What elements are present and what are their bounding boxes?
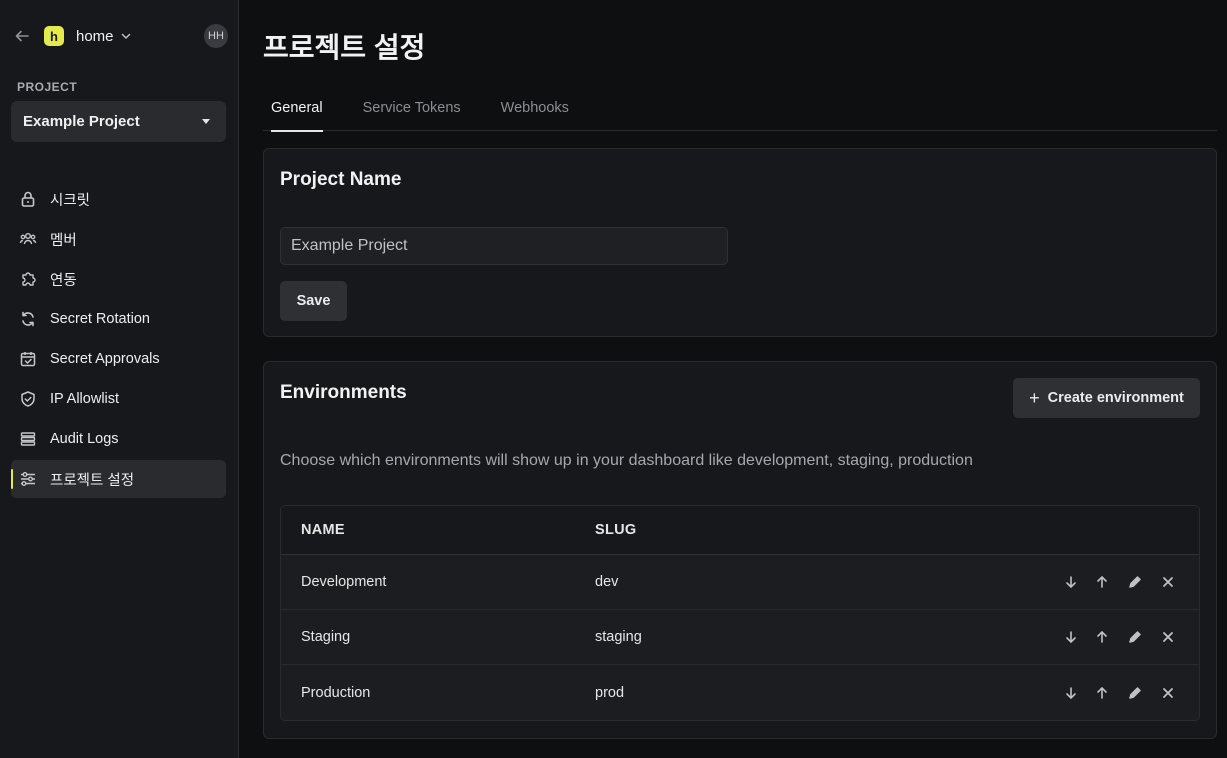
sidebar: h home HH PROJECT Example Project 시크릿 멤버 <box>0 0 239 758</box>
plus-icon: + <box>1029 387 1040 408</box>
rotate-icon <box>18 309 38 329</box>
settings-tabs: General Service Tokens Webhooks <box>263 100 1217 132</box>
column-header-slug: SLUG <box>595 522 637 538</box>
sidebar-nav: 시크릿 멤버 연동 Secret Rotation Secret Approva… <box>11 180 226 500</box>
list-icon <box>18 429 38 449</box>
row-actions <box>1051 626 1179 648</box>
create-environment-button[interactable]: + Create environment <box>1013 378 1200 418</box>
sidebar-item-label: 연동 <box>50 272 77 289</box>
env-name: Development <box>301 574 387 590</box>
sliders-icon <box>18 469 38 489</box>
environments-description: Choose which environments will show up i… <box>280 452 973 469</box>
save-button[interactable]: Save <box>280 281 347 321</box>
env-slug: staging <box>595 629 642 645</box>
table-row: Production prod <box>281 665 1199 720</box>
arrow-down-icon[interactable] <box>1060 571 1082 593</box>
sidebar-item-secret-rotation[interactable]: Secret Rotation <box>11 300 226 338</box>
create-environment-label: Create environment <box>1047 390 1184 406</box>
table-header: NAME SLUG <box>281 506 1199 555</box>
caret-down-icon <box>202 119 210 124</box>
lock-icon <box>18 189 38 209</box>
arrow-down-icon[interactable] <box>1060 682 1082 704</box>
close-icon[interactable] <box>1157 571 1179 593</box>
sidebar-item-audit-logs[interactable]: Audit Logs <box>11 420 226 458</box>
table-row: Development dev <box>281 555 1199 610</box>
sidebar-item-ip-allowlist[interactable]: IP Allowlist <box>11 380 226 418</box>
tab-service-tokens[interactable]: Service Tokens <box>355 100 469 131</box>
row-actions <box>1051 571 1179 593</box>
org-bar: h home HH <box>12 22 228 50</box>
sidebar-item-secrets[interactable]: 시크릿 <box>11 180 226 218</box>
pencil-icon[interactable] <box>1124 682 1146 704</box>
arrow-up-icon[interactable] <box>1091 682 1113 704</box>
project-name-title: Project Name <box>280 169 402 190</box>
project-label: PROJECT <box>17 80 78 94</box>
back-arrow-icon[interactable] <box>12 26 32 46</box>
sidebar-item-secret-approvals[interactable]: Secret Approvals <box>11 340 226 378</box>
close-icon[interactable] <box>1157 626 1179 648</box>
tab-webhooks[interactable]: Webhooks <box>493 100 577 131</box>
environments-title: Environments <box>280 382 407 403</box>
project-name-input[interactable] <box>280 227 728 265</box>
calendar-check-icon <box>18 349 38 369</box>
environments-card: Environments + Create environment Choose… <box>263 361 1217 739</box>
table-row: Staging staging <box>281 610 1199 665</box>
tab-general[interactable]: General <box>263 100 331 132</box>
sidebar-item-project-settings[interactable]: 프로젝트 설정 <box>11 460 226 498</box>
sidebar-item-label: 멤버 <box>50 232 77 249</box>
env-name: Staging <box>301 629 351 645</box>
sidebar-item-label: Secret Approvals <box>50 351 160 367</box>
sidebar-item-label: Secret Rotation <box>50 311 150 327</box>
project-name-card: Project Name Save <box>263 148 1217 337</box>
sidebar-item-members[interactable]: 멤버 <box>11 220 226 258</box>
environments-table: NAME SLUG Development dev Staging stagin… <box>280 505 1200 721</box>
row-actions <box>1051 682 1179 704</box>
pencil-icon[interactable] <box>1124 626 1146 648</box>
env-slug: prod <box>595 684 625 701</box>
page-title: 프로젝트 설정 <box>263 32 426 63</box>
chevron-down-icon[interactable] <box>120 30 132 42</box>
pencil-icon[interactable] <box>1124 571 1146 593</box>
arrow-up-icon[interactable] <box>1091 571 1113 593</box>
arrow-down-icon[interactable] <box>1060 626 1082 648</box>
env-slug: dev <box>595 574 619 590</box>
sidebar-item-label: 시크릿 <box>50 192 91 209</box>
close-icon[interactable] <box>1157 682 1179 704</box>
arrow-up-icon[interactable] <box>1091 626 1113 648</box>
puzzle-icon <box>18 269 38 289</box>
project-select-value: Example Project <box>23 113 140 130</box>
project-select[interactable]: Example Project <box>11 101 226 142</box>
env-name: Production <box>301 684 371 701</box>
sidebar-item-integrations[interactable]: 연동 <box>11 260 226 298</box>
users-icon <box>18 229 38 249</box>
avatar[interactable]: HH <box>204 24 228 48</box>
column-header-name: NAME <box>301 522 345 538</box>
org-logo[interactable]: h <box>44 26 64 46</box>
org-name[interactable]: home <box>76 28 114 45</box>
sidebar-item-label: 프로젝트 설정 <box>50 472 135 489</box>
sidebar-item-label: Audit Logs <box>50 431 119 447</box>
main-content: 프로젝트 설정 General Service Tokens Webhooks … <box>239 0 1227 758</box>
shield-check-icon <box>18 389 38 409</box>
sidebar-item-label: IP Allowlist <box>50 391 120 407</box>
